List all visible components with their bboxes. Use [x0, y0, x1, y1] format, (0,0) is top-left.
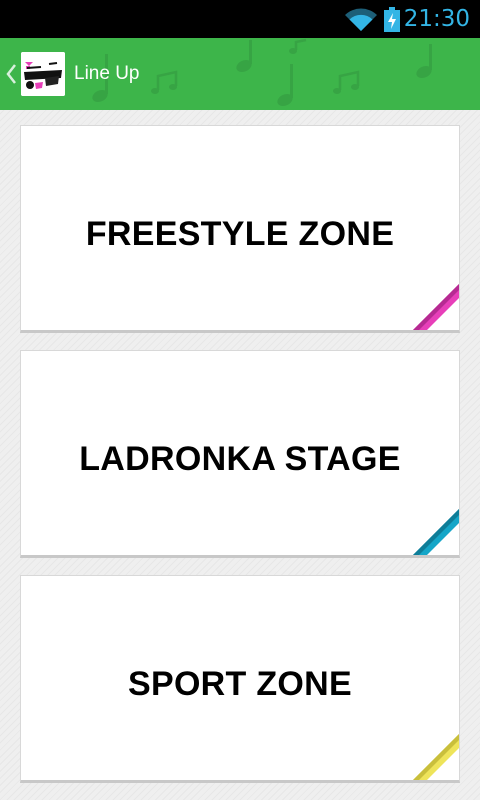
action-bar-title: Line Up — [74, 63, 140, 84]
action-bar: Line Up — [0, 38, 480, 110]
app-logo — [21, 52, 65, 96]
status-clock: 21:30 — [403, 6, 470, 32]
chevron-left-icon — [5, 63, 17, 90]
zone-label: SPORT ZONE — [127, 665, 353, 703]
zone-label: LADRONKA STAGE — [79, 440, 401, 478]
zone-card-freestyle[interactable]: FREESTYLE ZONE — [20, 125, 460, 333]
battery-charging-icon — [383, 7, 401, 38]
zone-card-sport[interactable]: SPORT ZONE — [20, 575, 460, 783]
corner-ribbon — [413, 284, 459, 330]
corner-ribbon — [413, 734, 459, 780]
up-navigation-button[interactable]: Line Up — [0, 38, 150, 110]
corner-ribbon — [413, 509, 459, 555]
zone-card-ladronka[interactable]: LADRONKA STAGE — [20, 350, 460, 558]
wifi-icon — [344, 6, 378, 37]
status-bar: 21:30 — [0, 0, 480, 38]
zone-label: FREESTYLE ZONE — [85, 215, 395, 253]
